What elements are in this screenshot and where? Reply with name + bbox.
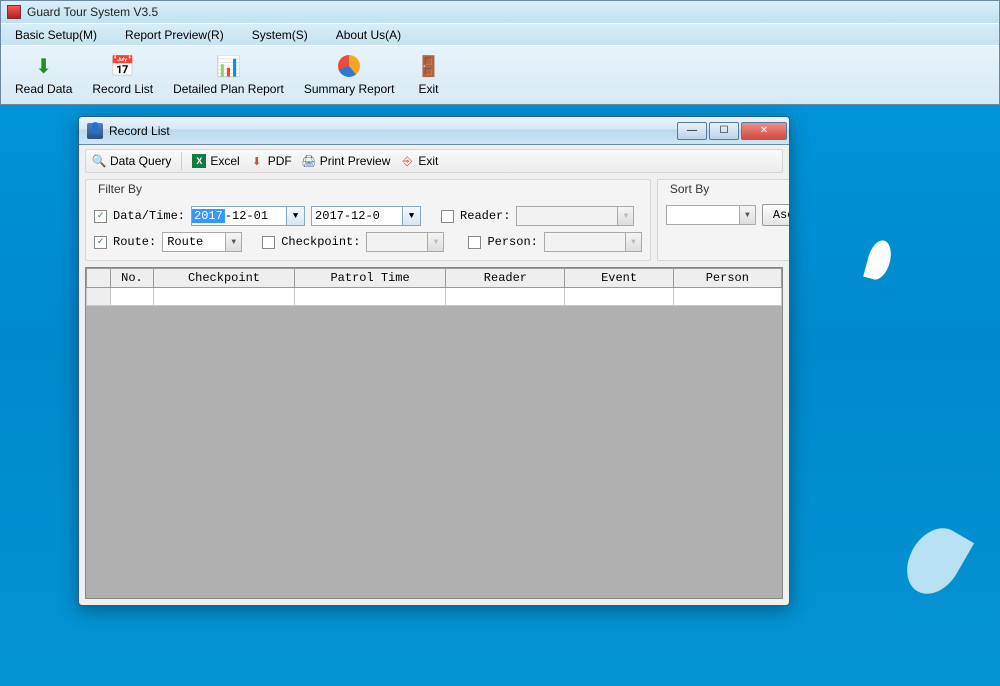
- checkpoint-label: Checkpoint:: [281, 235, 360, 249]
- table-header-row: No. Checkpoint Patrol Time Reader Event …: [87, 269, 782, 288]
- menu-report-preview[interactable]: Report Preview(R): [119, 25, 230, 45]
- reader-checkbox[interactable]: [441, 210, 454, 223]
- toolbar-read-data[interactable]: Read Data: [11, 50, 76, 98]
- bar-chart-icon: [214, 52, 242, 80]
- menu-about-us[interactable]: About Us(A): [330, 25, 407, 45]
- col-event[interactable]: Event: [565, 269, 673, 288]
- route-label: Route:: [113, 235, 156, 249]
- results-table-wrap: No. Checkpoint Patrol Time Reader Event …: [85, 267, 783, 599]
- main-titlebar: Guard Tour System V3.5: [1, 1, 999, 23]
- col-person[interactable]: Person: [673, 269, 781, 288]
- pie-chart-icon: [335, 52, 363, 80]
- menu-system[interactable]: System(S): [246, 25, 314, 45]
- results-table: No. Checkpoint Patrol Time Reader Event …: [86, 268, 782, 306]
- checkpoint-checkbox[interactable]: [262, 236, 275, 249]
- row-header: [87, 288, 111, 306]
- calendar-icon: [109, 52, 137, 80]
- desktop-decoration-2: [896, 518, 974, 604]
- sort-by-panel: Sort By ▼ Asc: [657, 179, 790, 261]
- main-toolbar: Read Data Record List Detailed Plan Repo…: [1, 45, 999, 104]
- excel-button[interactable]: Excel: [192, 154, 239, 168]
- print-preview-button[interactable]: Print Preview: [302, 154, 391, 168]
- app-icon: [7, 5, 21, 19]
- chevron-down-icon[interactable]: ▼: [617, 207, 633, 225]
- col-reader[interactable]: Reader: [446, 269, 565, 288]
- person-checkbox[interactable]: [468, 236, 481, 249]
- record-list-window: Record List — ☐ ✕ Data Query Excel PDF: [78, 116, 790, 606]
- exit-door-icon: [400, 154, 414, 168]
- row-header-corner: [87, 269, 111, 288]
- close-button[interactable]: ✕: [741, 122, 787, 140]
- sort-legend: Sort By: [666, 182, 713, 196]
- toolbar-exit[interactable]: Exit: [411, 50, 447, 98]
- person-combo[interactable]: ▼: [544, 232, 642, 252]
- menu-bar: Basic Setup(M) Report Preview(R) System(…: [1, 23, 999, 45]
- filter-by-panel: Filter By Data/Time: 2017-12-01 ▼ ▼: [85, 179, 651, 261]
- chevron-down-icon[interactable]: ▼: [286, 207, 304, 225]
- toolbar-summary-report[interactable]: Summary Report: [300, 50, 399, 98]
- toolbar-record-list[interactable]: Record List: [88, 50, 157, 98]
- maximize-button[interactable]: ☐: [709, 122, 739, 140]
- date-from-input[interactable]: 2017-12-01 ▼: [191, 206, 305, 226]
- desktop-decoration: [863, 238, 895, 282]
- pdf-button[interactable]: PDF: [250, 154, 292, 168]
- child-toolbar: Data Query Excel PDF Print Preview Exit: [85, 149, 783, 173]
- download-icon: [30, 52, 58, 80]
- chevron-down-icon[interactable]: ▼: [402, 207, 420, 225]
- col-patrol-time[interactable]: Patrol Time: [294, 269, 446, 288]
- child-titlebar[interactable]: Record List — ☐ ✕: [79, 117, 789, 145]
- datetime-label: Data/Time:: [113, 209, 185, 223]
- chevron-down-icon[interactable]: ▼: [427, 233, 443, 251]
- checkpoint-combo[interactable]: ▼: [366, 232, 444, 252]
- separator: [181, 152, 182, 170]
- reader-label: Reader:: [460, 209, 510, 223]
- sort-order-button[interactable]: Asc: [762, 204, 790, 226]
- chevron-down-icon[interactable]: ▼: [225, 233, 241, 251]
- route-combo[interactable]: ▼: [162, 232, 242, 252]
- chevron-down-icon[interactable]: ▼: [739, 206, 755, 224]
- col-checkpoint[interactable]: Checkpoint: [154, 269, 295, 288]
- data-query-button[interactable]: Data Query: [92, 154, 171, 168]
- reader-combo[interactable]: ▼: [516, 206, 634, 226]
- toolbar-detailed-plan-report[interactable]: Detailed Plan Report: [169, 50, 288, 98]
- person-label: Person:: [487, 235, 537, 249]
- minimize-button[interactable]: —: [677, 122, 707, 140]
- excel-icon: [192, 154, 206, 168]
- date-to-input[interactable]: ▼: [311, 206, 421, 226]
- window-controls: — ☐ ✕: [675, 122, 787, 140]
- exit-icon: [415, 52, 443, 80]
- exit-button[interactable]: Exit: [400, 154, 438, 168]
- pdf-icon: [250, 154, 264, 168]
- main-window: Guard Tour System V3.5 Basic Setup(M) Re…: [0, 0, 1000, 105]
- printer-icon: [302, 154, 316, 168]
- chevron-down-icon[interactable]: ▼: [625, 233, 641, 251]
- child-title-text: Record List: [109, 124, 170, 138]
- route-checkbox[interactable]: [94, 236, 107, 249]
- sort-field-combo[interactable]: ▼: [666, 205, 756, 225]
- search-icon: [92, 154, 106, 168]
- col-no[interactable]: No.: [110, 269, 153, 288]
- app-title: Guard Tour System V3.5: [27, 5, 158, 19]
- menu-basic-setup[interactable]: Basic Setup(M): [9, 25, 103, 45]
- filter-legend: Filter By: [94, 182, 146, 196]
- datetime-checkbox[interactable]: [94, 210, 107, 223]
- table-row[interactable]: [87, 288, 782, 306]
- record-list-icon: [87, 123, 103, 139]
